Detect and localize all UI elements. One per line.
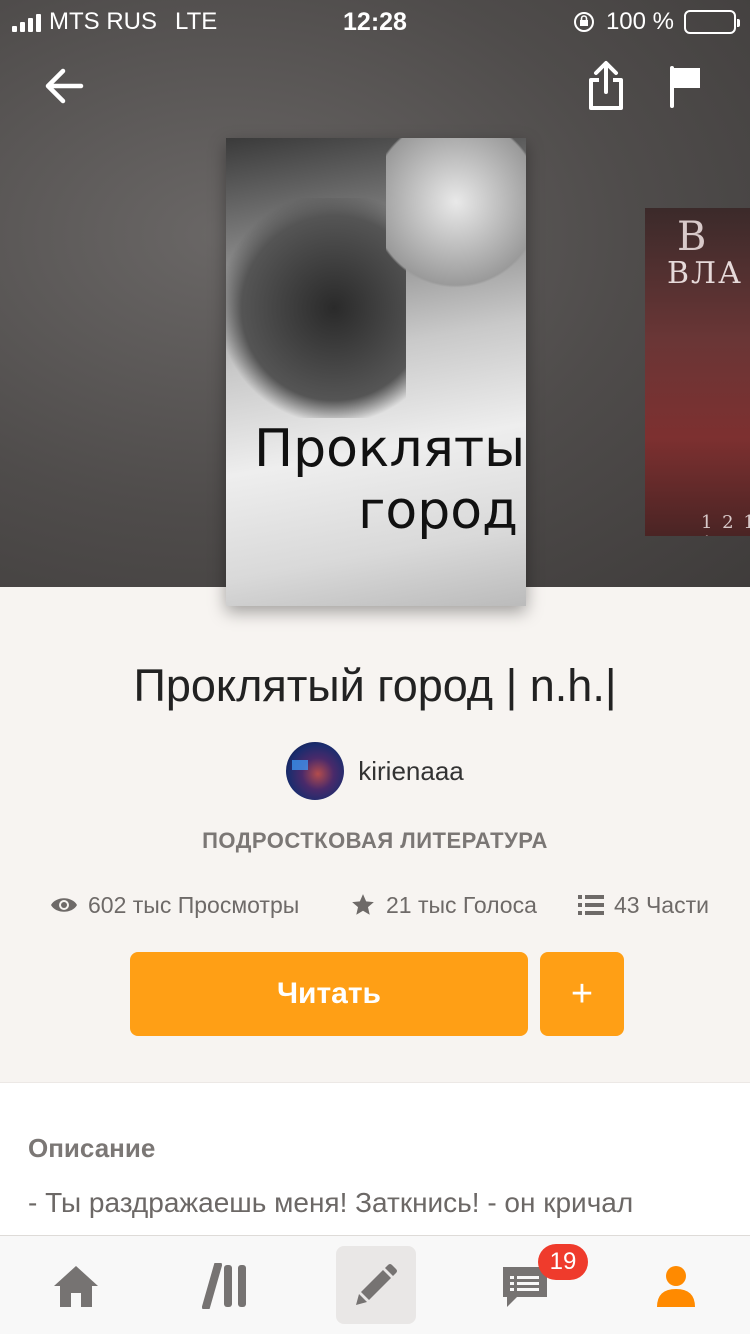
list-icon: [578, 895, 604, 915]
pencil-icon: [356, 1264, 397, 1305]
tab-write[interactable]: [336, 1246, 416, 1324]
library-icon: [202, 1262, 246, 1309]
description-text: - Ты раздражаешь меня! Заткнись! - он кр…: [28, 1187, 634, 1218]
stat-votes: 21 тыс Голоса: [350, 888, 537, 922]
add-to-library-button[interactable]: +: [540, 952, 624, 1036]
side-cover-letter: В: [677, 214, 707, 260]
description-heading: Описание: [28, 1133, 156, 1163]
cover-title: Проклятый город: [254, 419, 526, 541]
side-cover-number: 1 2 1 1: [701, 512, 750, 536]
book-cover[interactable]: Проклятый город: [226, 138, 526, 606]
star-icon: [352, 894, 374, 915]
stat-parts: 43 Части: [578, 888, 709, 922]
battery-icon: [684, 10, 740, 34]
status-bar: MTS RUS LTE 12:28 100 %: [0, 0, 750, 42]
next-book-cover[interactable]: В ВЛА 1 2 1 1: [645, 208, 750, 536]
read-button[interactable]: Читать: [130, 952, 528, 1036]
messages-badge: 19: [538, 1244, 588, 1280]
report-button[interactable]: [656, 56, 716, 116]
votes-label: 21 тыс Голоса: [386, 891, 537, 918]
eye-icon: [51, 898, 77, 912]
tab-library[interactable]: [186, 1236, 266, 1334]
stats-row: 602 тыс Просмотры 21 тыс Голоса 43 Части: [0, 888, 750, 922]
parts-label: 43 Части: [614, 891, 709, 918]
author-link[interactable]: kirienaaa: [0, 742, 750, 800]
home-icon: [54, 1265, 98, 1307]
share-button[interactable]: [576, 56, 636, 116]
side-cover-title: ВЛА: [667, 256, 743, 291]
description-panel[interactable]: Описание - Ты раздражаешь меня! Заткнись…: [0, 1082, 750, 1242]
tab-bar: 19: [0, 1235, 750, 1334]
tab-profile[interactable]: [636, 1236, 716, 1334]
avatar: [286, 742, 345, 800]
rotation-lock-icon: [573, 12, 594, 32]
battery-label: 100 %: [605, 8, 674, 35]
profile-icon: [657, 1265, 695, 1307]
back-button[interactable]: [34, 56, 94, 116]
author-name: kirienaaa: [358, 755, 464, 786]
flag-icon: [670, 66, 700, 108]
category-label[interactable]: ПОДРОСТКОВАЯ ЛИТЕРАТУРА: [0, 828, 750, 854]
views-label: 602 тыс Просмотры: [88, 891, 300, 918]
share-icon: [589, 61, 623, 110]
stat-views: 602 тыс Просмотры: [50, 888, 299, 922]
tab-home[interactable]: [36, 1236, 116, 1334]
book-title: Проклятый город | n.h.|: [133, 660, 617, 711]
status-right: 100 %: [572, 8, 740, 36]
arrow-left-icon: [45, 68, 84, 104]
